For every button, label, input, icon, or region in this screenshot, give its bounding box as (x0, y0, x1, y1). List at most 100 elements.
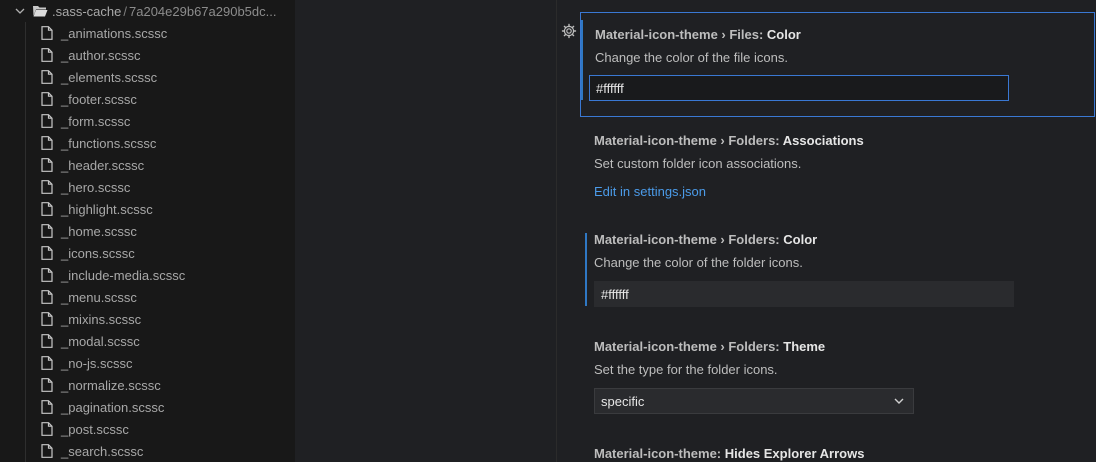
file-name: _home.scssc (61, 223, 137, 239)
file-item[interactable]: _icons.scssc (0, 242, 295, 264)
file-icon (41, 334, 53, 348)
setting-title: Material-icon-theme › Folders: Theme (594, 339, 825, 354)
select-value: specific (601, 393, 645, 409)
setting-description: Set custom folder icon associations. (594, 156, 802, 171)
setting-category: Material-icon-theme › Files: (595, 27, 767, 42)
file-item[interactable]: _home.scssc (0, 220, 295, 242)
gear-icon[interactable] (561, 23, 577, 39)
file-icon (41, 400, 53, 414)
file-item[interactable]: _search.scssc (0, 440, 295, 462)
file-name: _no-js.scssc (61, 355, 133, 371)
setting-title: Material-icon-theme › Folders: Color (594, 232, 817, 247)
file-name: _functions.scssc (61, 135, 157, 151)
file-icon (41, 290, 53, 304)
file-name: _elements.scssc (61, 69, 158, 85)
file-name: _search.scssc (61, 443, 144, 459)
file-icon (41, 92, 53, 106)
file-icon (41, 26, 53, 40)
file-item[interactable]: _include-media.scssc (0, 264, 295, 286)
chevron-down-icon (15, 8, 25, 14)
file-name: _author.scssc (61, 47, 141, 63)
setting-title: Material-icon-theme › Folders: Associati… (594, 133, 864, 148)
file-name: _mixins.scssc (61, 311, 142, 327)
file-item[interactable]: _menu.scssc (0, 286, 295, 308)
file-icon (41, 246, 53, 260)
file-name: _normalize.scssc (61, 377, 161, 393)
setting-category: Material-icon-theme › Folders: (594, 339, 784, 354)
explorer-sidebar: .sass-cache / 7a204e29b67a290b5dc... _an… (0, 0, 295, 462)
setting-description: Change the color of the file icons. (595, 50, 788, 65)
folders-theme-select[interactable]: specific (594, 388, 914, 414)
setting-files-color[interactable]: Material-icon-theme › Files: Color Chang… (580, 12, 1095, 117)
setting-title: Material-icon-theme › Files: Color (595, 27, 801, 42)
setting-category: Material-icon-theme › Folders: (594, 133, 783, 148)
file-item[interactable]: _normalize.scssc (0, 374, 295, 396)
file-item[interactable]: _hero.scssc (0, 176, 295, 198)
file-name: _animations.scssc (61, 25, 168, 41)
file-item[interactable]: _animations.scssc (0, 22, 295, 44)
folder-sublabel: 7a204e29b67a290b5dc... (129, 3, 277, 19)
file-icon (41, 48, 53, 62)
file-icon (41, 224, 53, 238)
file-name: _include-media.scssc (61, 267, 186, 283)
file-item[interactable]: _pagination.scssc (0, 396, 295, 418)
file-icon (41, 422, 53, 436)
setting-folders-color: Material-icon-theme › Folders: Color Cha… (580, 224, 1096, 314)
file-icon (41, 202, 53, 216)
window: .sass-cache / 7a204e29b67a290b5dc... _an… (0, 0, 1096, 462)
file-icon (41, 356, 53, 370)
folders-color-input[interactable] (594, 281, 1014, 307)
file-item[interactable]: _footer.scssc (0, 88, 295, 110)
file-name: _footer.scssc (61, 91, 137, 107)
file-list: _animations.scssc _author.scssc _elements.… (0, 22, 295, 462)
file-icon (41, 158, 53, 172)
file-item[interactable]: _header.scssc (0, 154, 295, 176)
setting-description: Change the color of the folder icons. (594, 255, 803, 270)
setting-key: Theme (783, 339, 826, 354)
modified-indicator (585, 233, 587, 306)
file-item[interactable]: _author.scssc (0, 44, 295, 66)
edit-in-settings-json-link[interactable]: Edit in settings.json (594, 184, 706, 199)
folder-label: .sass-cache (52, 3, 122, 19)
file-name: _form.scssc (61, 113, 131, 129)
file-icon (41, 114, 53, 128)
file-name: _post.scssc (61, 421, 129, 437)
file-name: _hero.scssc (61, 179, 131, 195)
chevron-down-icon (894, 398, 904, 404)
setting-category: Material-icon-theme › Folders: (594, 232, 784, 247)
setting-category: Material-icon-theme: (594, 446, 725, 461)
setting-folders-theme: Material-icon-theme › Folders: Theme Set… (580, 331, 1096, 421)
settings-editor: Material-icon-theme › Files: Color Chang… (295, 0, 1096, 462)
path-separator: / (123, 3, 127, 19)
file-item[interactable]: _post.scssc (0, 418, 295, 440)
file-item[interactable]: _functions.scssc (0, 132, 295, 154)
setting-key: Associations (782, 133, 864, 148)
file-icon (41, 312, 53, 326)
setting-key: Color (783, 232, 818, 247)
file-icon (41, 136, 53, 150)
file-name: _header.scssc (61, 157, 145, 173)
setting-hides-explorer-arrows: Material-icon-theme: Hides Explorer Arro… (580, 438, 1096, 462)
setting-description: Set the type for the folder icons. (594, 362, 778, 377)
folder-row-sass-cache[interactable]: .sass-cache / 7a204e29b67a290b5dc... (0, 0, 295, 22)
file-name: _modal.scssc (61, 333, 140, 349)
file-item[interactable]: _highlight.scssc (0, 198, 295, 220)
file-icon (41, 378, 53, 392)
split-divider[interactable] (556, 0, 557, 462)
file-name: _menu.scssc (61, 289, 137, 305)
file-item[interactable]: _mixins.scssc (0, 308, 295, 330)
file-icon (41, 268, 53, 282)
file-icon (41, 444, 53, 458)
file-item[interactable]: _form.scssc (0, 110, 295, 132)
file-name: _pagination.scssc (61, 399, 165, 415)
file-item[interactable]: _elements.scssc (0, 66, 295, 88)
file-icon (41, 70, 53, 84)
setting-title: Material-icon-theme: Hides Explorer Arro… (594, 446, 864, 461)
files-color-input[interactable] (589, 75, 1009, 101)
setting-folders-associations: Material-icon-theme › Folders: Associati… (580, 125, 1096, 215)
setting-key: Color (766, 27, 801, 42)
file-name: _highlight.scssc (61, 201, 153, 217)
file-item[interactable]: _no-js.scssc (0, 352, 295, 374)
file-icon (41, 180, 53, 194)
file-item[interactable]: _modal.scssc (0, 330, 295, 352)
